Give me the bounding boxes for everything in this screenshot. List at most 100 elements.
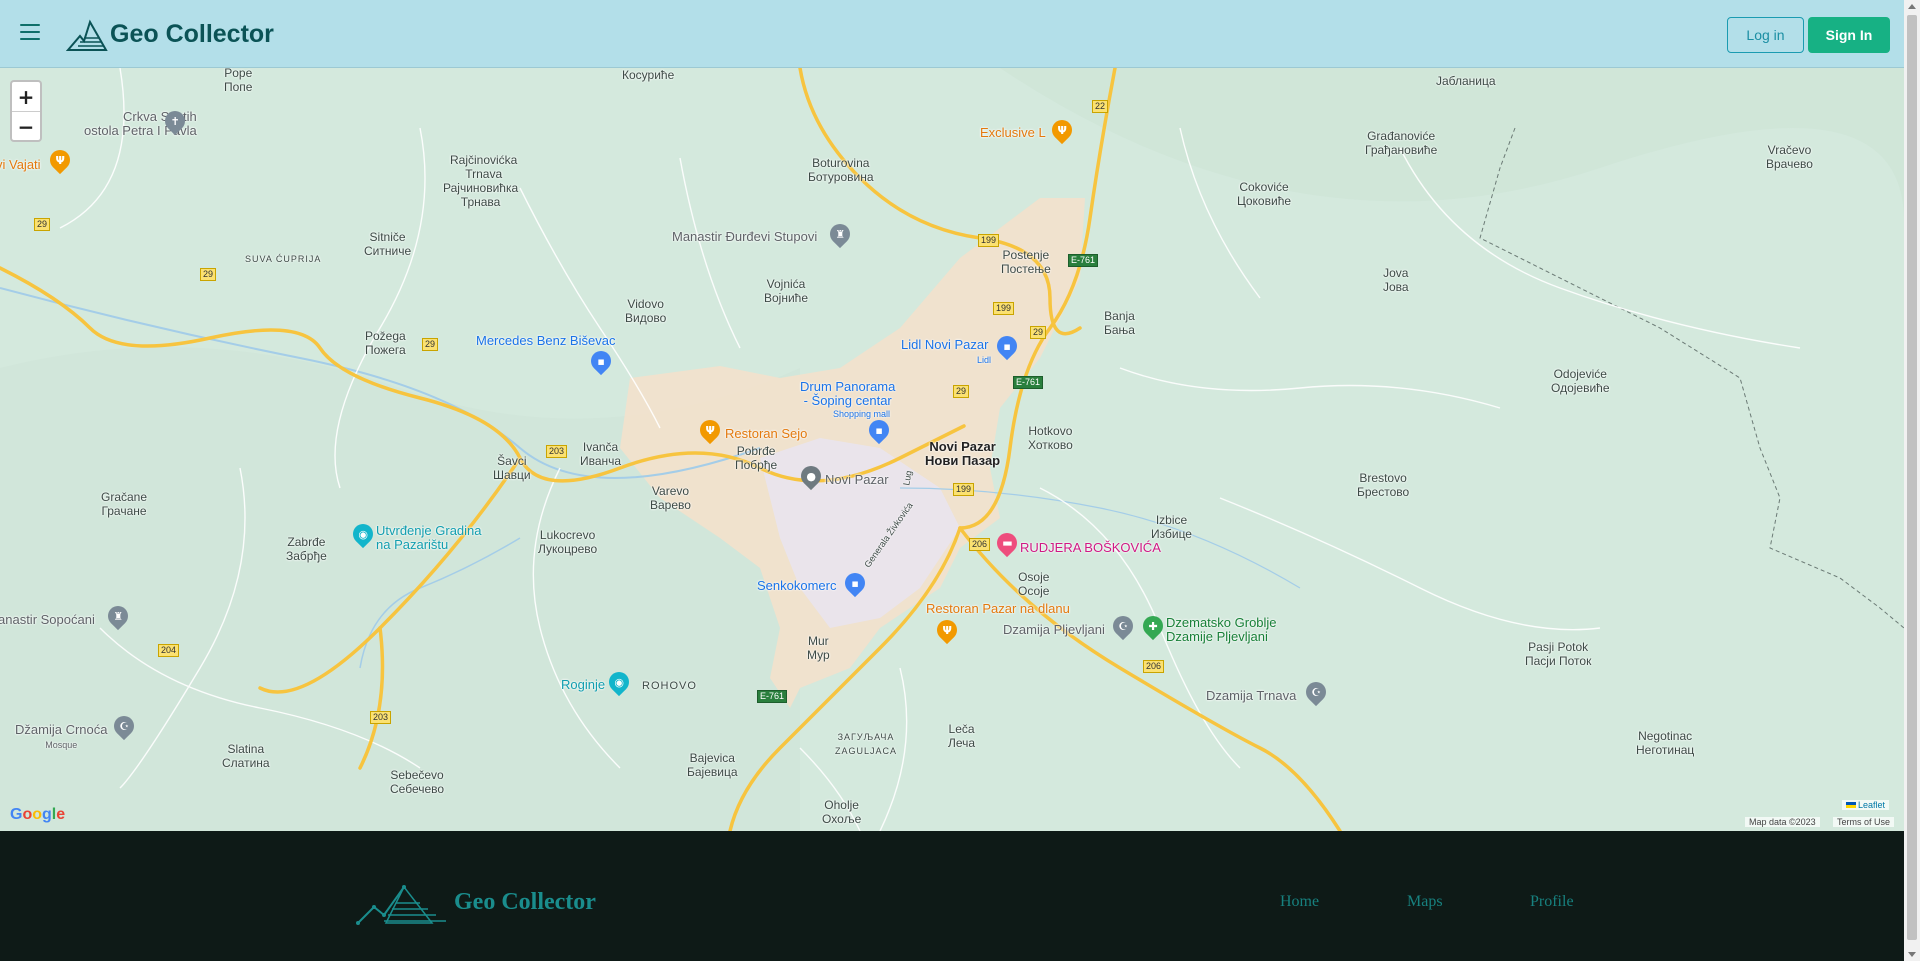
poi-name: Senkokomerc [757, 578, 837, 593]
poi-name: Restoran Sejo [725, 426, 808, 441]
road-shield: 203 [546, 445, 568, 458]
terms-link[interactable]: Terms of Use [1833, 817, 1895, 827]
place-label: Ivanča Иванча [580, 440, 621, 468]
footer-link-profile[interactable]: Profile [1530, 893, 1574, 911]
poi-name: Manastir Đurđevi Stupovi [672, 229, 818, 244]
map-canvas[interactable]: 29 29 29 29 22 199 199 199 E-761 E-761 E… [0, 68, 1904, 831]
place-label: Negotinac Неготинац [1636, 729, 1694, 757]
poi-sub: Lidl [977, 355, 992, 365]
road-shield: 29 [200, 268, 217, 281]
zoom-in-button[interactable]: + [12, 82, 40, 112]
google-logo-letter: g [42, 806, 52, 823]
road-shield: 22 [1092, 100, 1109, 113]
street-label: Lug [901, 469, 914, 487]
poi-mall[interactable]: Drum Panorama - Šoping centar [800, 380, 895, 408]
scrollbar-thumb[interactable] [1907, 15, 1917, 940]
brand-logo[interactable]: Geo Collector [66, 14, 274, 54]
place-label: ROHOVO [642, 679, 697, 693]
poi-landmark[interactable]: Roginje [561, 678, 605, 692]
place-name-cyr: Грачане [101, 504, 147, 518]
poi-mosque[interactable]: Dzamija Trnava [1206, 689, 1296, 703]
signin-button[interactable]: Sign In [1808, 17, 1890, 53]
poi-sub: Dzamije Pljevljani [1166, 629, 1268, 644]
poi-mosque[interactable]: Dzamija Pljevljani [1003, 623, 1105, 637]
poi-name: Utvrđenje Gradina [376, 523, 482, 538]
hamburger-menu-icon[interactable] [20, 24, 40, 40]
poi-name: vi Vajati [0, 157, 41, 172]
poi-restaurant[interactable]: Restoran Sejo [725, 427, 807, 441]
place-name: Pasji Potok [1528, 640, 1589, 654]
place-name: Brestovo [1359, 471, 1407, 485]
poi-monastery[interactable]: anastir Sopoćani [0, 613, 95, 627]
place-name-cyr: Леча [948, 736, 976, 750]
footer-link-maps[interactable]: Maps [1407, 893, 1443, 911]
place-name: Novi Pazar [929, 439, 996, 454]
place-name-cyr: Иванча [580, 454, 622, 468]
poi-restaurant[interactable]: Restoran Pazar na dlanu [926, 602, 1070, 616]
place-label: Brestovo Брестово [1357, 471, 1409, 499]
place-label: Postenje Постење [1001, 248, 1051, 276]
place-name-cyr: ЗАГУЉАЧА [837, 732, 895, 742]
scroll-up-arrow-icon[interactable] [1908, 4, 1916, 9]
poi-restaurant[interactable]: vi Vajati [0, 158, 41, 172]
place-label: Pope Попе [224, 68, 252, 94]
poi-name: Novi Pazar [825, 472, 889, 487]
place-name: Mur [808, 634, 829, 648]
place-label: Косуриће [622, 68, 674, 82]
place-name: Postenje [1002, 248, 1050, 262]
place-name-cyr: Пожега [365, 343, 406, 357]
place-label: Boturovina Ботуровина [808, 156, 874, 184]
poi-cemetery[interactable]: Dzematsko Groblje Dzamije Pljevljani [1166, 616, 1277, 644]
poi-monastery[interactable]: Manastir Đurđevi Stupovi [672, 230, 817, 244]
poi-store[interactable]: Lidl Novi Pazar [901, 338, 988, 352]
place-name: Šavci [497, 454, 527, 468]
poi-mosque[interactable]: Džamija Crnoća Mosque [15, 723, 107, 752]
page-scrollbar[interactable] [1904, 0, 1920, 961]
place-name-cyr: Рајчиновићка [443, 181, 519, 195]
flag-icon [1846, 802, 1856, 808]
poi-store[interactable]: Mercedes Benz Biševac [476, 334, 615, 348]
place-name: Slatina [227, 742, 265, 756]
poi-name: anastir Sopoćani [0, 612, 95, 627]
poi-name: Lidl Novi Pazar [901, 337, 989, 352]
place-label: Рајчиновићка Трнава [443, 181, 518, 209]
city-label: Novi Pazar Нови Пазар [925, 440, 1000, 468]
poi-landmark[interactable]: Utvrđenje Gradina na Pazarištu [376, 524, 482, 552]
place-label: Slatina Слатина [222, 742, 270, 770]
place-name-cyr: Бања [1104, 323, 1135, 337]
place-label: Јабланица [1436, 74, 1496, 88]
place-name-cyr: Варево [650, 498, 691, 512]
place-label: Građanoviće Грађановиће [1365, 129, 1437, 157]
road-shield-e761: E-761 [1068, 254, 1099, 267]
place-label: Vračevo Врачево [1766, 143, 1813, 171]
place-label: Bajevica Бајевица [687, 751, 738, 779]
place-label: Šavci Шавци [493, 454, 531, 482]
place-name: Rajčinovićka [450, 153, 518, 167]
place-name-cyr: Јова [1383, 280, 1409, 294]
poi-city[interactable]: Novi Pazar [825, 473, 889, 487]
poi-store[interactable]: Senkokomerc [757, 579, 836, 593]
scroll-down-arrow-icon[interactable] [1908, 952, 1916, 957]
poi-hotel[interactable]: RUDJERA BOŠKOVIĆA [1020, 541, 1161, 555]
place-name: Jova [1383, 266, 1409, 280]
zoom-out-button[interactable]: − [12, 112, 40, 141]
place-label: Cokoviće Цоковиће [1237, 180, 1291, 208]
footer-logo[interactable]: Geo Collector [356, 877, 596, 927]
place-name-cyr: Слатина [222, 756, 270, 770]
chart-logo-icon [356, 885, 446, 925]
place-name-cyr: Бајевица [687, 765, 738, 779]
place-name: SUVA ĆUPRIJA [245, 254, 322, 264]
place-name-cyr: Јабланица [1436, 74, 1496, 88]
place-label: Rajčinovićka Trnava [450, 153, 517, 181]
login-button[interactable]: Log in [1727, 17, 1804, 53]
poi-restaurant[interactable]: Exclusive L [980, 126, 1046, 140]
place-label: ЗАГУЉАЧА ZAGULJACA [835, 730, 897, 758]
place-name: Pope [224, 68, 253, 80]
road-shield-e761: E-761 [757, 690, 788, 703]
place-label: Jova Јова [1383, 266, 1409, 294]
road-shield-e761: E-761 [1013, 376, 1044, 389]
leaflet-attribution[interactable]: Leaflet [1842, 800, 1890, 810]
footer-link-home[interactable]: Home [1280, 893, 1319, 911]
place-name-cyr: Неготинац [1636, 743, 1695, 757]
place-name: Oholje [824, 798, 859, 812]
